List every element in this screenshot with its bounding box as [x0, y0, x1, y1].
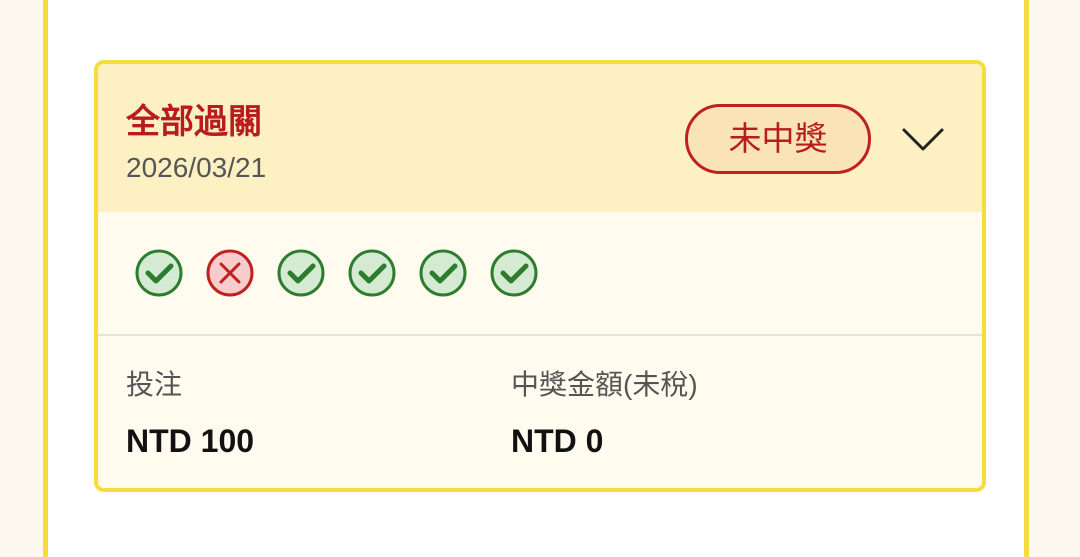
chevron-down-icon[interactable] [898, 124, 948, 154]
check-circle-icon [348, 249, 396, 297]
payout-value: NTD 0 [511, 423, 604, 459]
stake-value: NTD 100 [126, 423, 255, 459]
bet-type-title: 全部過關 [126, 103, 262, 141]
bet-date: 2026/03/21 [126, 152, 267, 183]
legs-results-row [98, 212, 982, 336]
stake-label: 投注 [126, 369, 183, 400]
x-circle-icon [206, 249, 254, 297]
check-circle-icon [135, 249, 183, 297]
status-badge: 未中獎 [685, 104, 871, 174]
check-circle-icon [277, 249, 325, 297]
bet-card-header[interactable]: 全部過關 2026/03/21 未中獎 [98, 64, 982, 212]
bet-card: 全部過關 2026/03/21 未中獎 投注 NTD 100 中獎金額(未稅) … [94, 60, 986, 492]
check-circle-icon [490, 249, 538, 297]
check-circle-icon [419, 249, 467, 297]
payout-label: 中獎金額(未稅) [511, 369, 698, 400]
